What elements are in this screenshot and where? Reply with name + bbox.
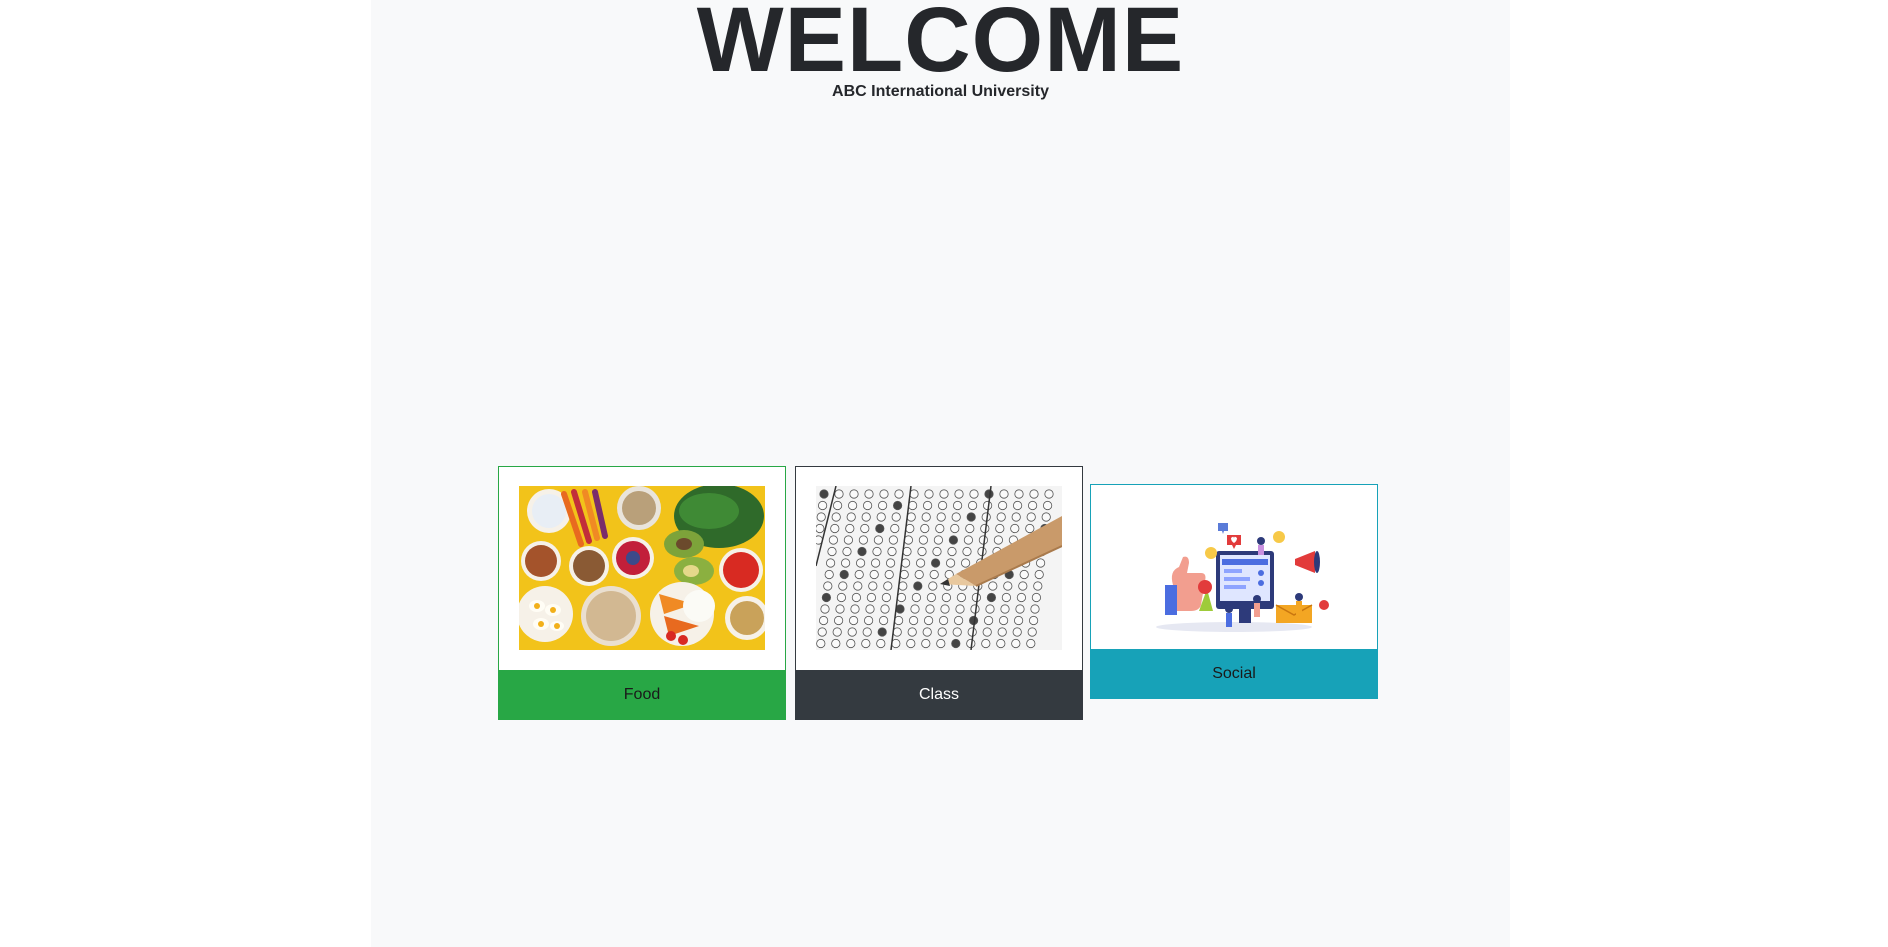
food-label: Food — [499, 670, 785, 719]
page-subtitle: ABC International University — [832, 83, 1049, 100]
social-card[interactable]: Social — [1090, 484, 1378, 699]
food-image — [519, 486, 765, 650]
main-container: WELCOME ABC International University Foo… — [371, 0, 1510, 947]
class-label: Class — [796, 670, 1082, 719]
class-card[interactable]: Class — [795, 466, 1083, 720]
social-media-image — [1111, 501, 1357, 649]
food-card[interactable]: Food — [498, 466, 786, 720]
page-title: WELCOME — [696, 0, 1185, 91]
answer-sheet-image — [816, 486, 1062, 650]
social-label: Social — [1091, 649, 1377, 698]
